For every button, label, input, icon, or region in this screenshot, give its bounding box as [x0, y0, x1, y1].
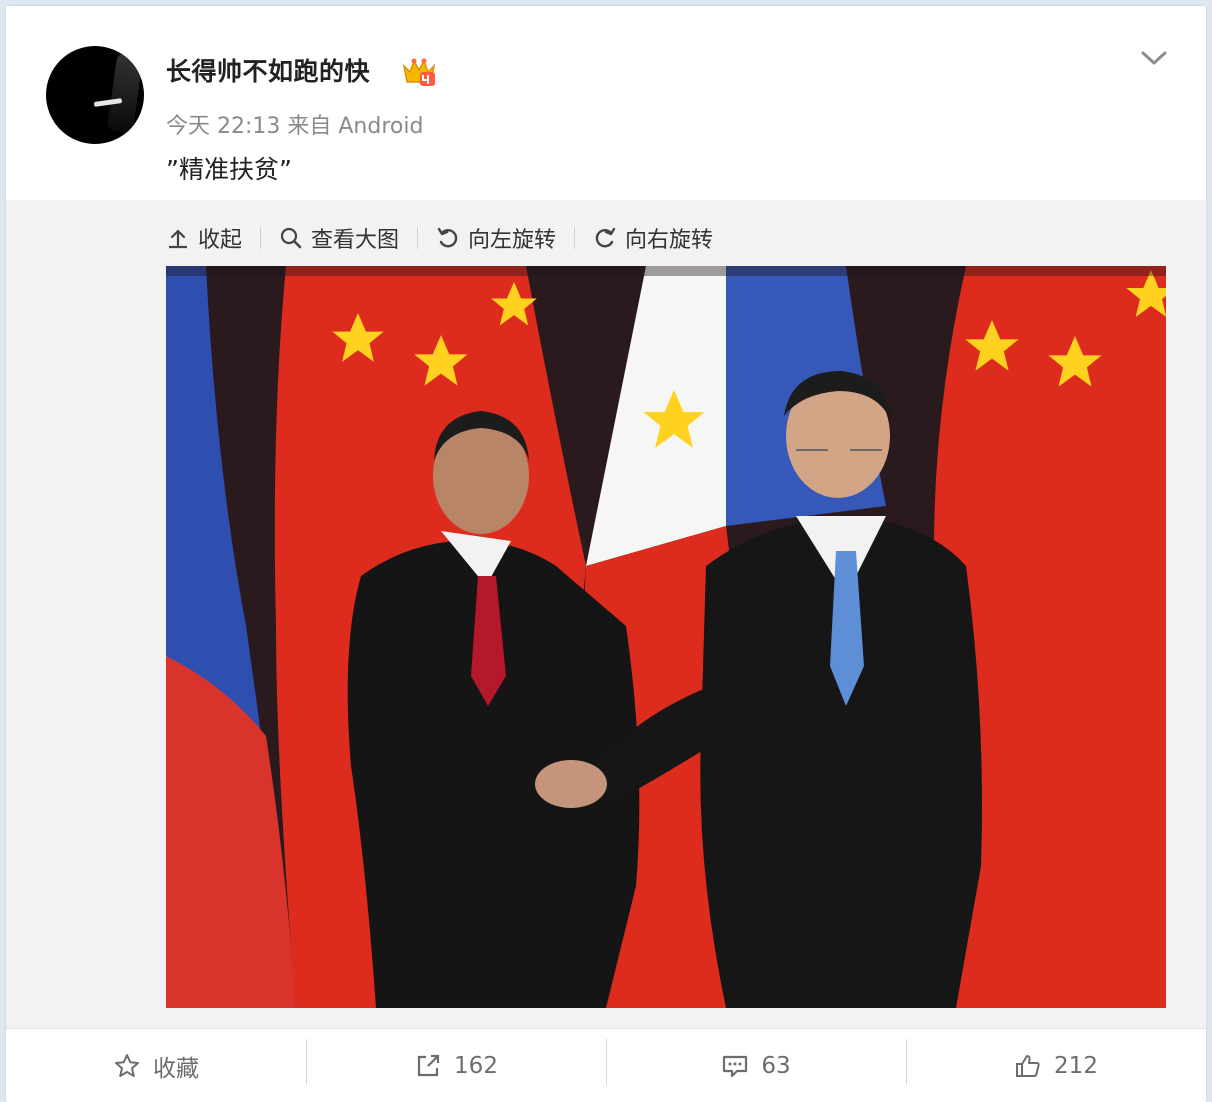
thumbs-up-icon	[1016, 1054, 1040, 1077]
view-large-label: 查看大图	[311, 228, 400, 253]
chevron-down-icon[interactable]	[1139, 46, 1169, 70]
collapse-button[interactable]: 收起	[166, 222, 242, 254]
star-icon	[115, 1053, 139, 1077]
repost-button[interactable]: 162	[306, 1029, 606, 1102]
like-count: 212	[1054, 1052, 1098, 1079]
comment-icon	[723, 1055, 748, 1077]
avatar[interactable]	[46, 46, 144, 144]
view-large-button[interactable]: 查看大图	[279, 222, 399, 254]
favorite-button[interactable]: 收藏	[6, 1029, 306, 1102]
rotate-right-icon	[595, 227, 616, 248]
toolbar-divider	[417, 227, 419, 249]
post-text: ”精准扶贫”	[166, 155, 292, 184]
weibo-post-card: 长得帅不如跑的快 今天 22:13 来自 Android ”精准扶贫” 收起 查…	[6, 6, 1206, 1102]
toolbar-divider	[260, 227, 262, 249]
favorite-label: 收藏	[153, 1055, 199, 1082]
share-icon	[417, 1054, 440, 1076]
rotate-left-label: 向左旋转	[468, 228, 557, 253]
comment-button[interactable]: 63	[606, 1029, 906, 1102]
rotate-left-icon	[437, 227, 458, 248]
handshake	[535, 760, 607, 808]
toolbar-divider	[574, 227, 576, 249]
like-button[interactable]: 212	[906, 1029, 1206, 1102]
username-link[interactable]: 长得帅不如跑的快	[166, 52, 370, 88]
search-icon	[280, 227, 302, 249]
post-meta: 今天 22:13 来自 Android	[166, 114, 424, 139]
repost-count: 162	[454, 1052, 498, 1079]
post-action-bar: 收藏 162 63 212	[6, 1028, 1206, 1102]
media-panel: 收起 查看大图 向左旋转 向右旋转	[6, 200, 1206, 1028]
crown-badge-icon[interactable]	[401, 56, 437, 88]
rotate-right-button[interactable]: 向右旋转	[593, 222, 713, 254]
collapse-label: 收起	[198, 228, 243, 253]
rotate-left-button[interactable]: 向左旋转	[436, 222, 556, 254]
comment-count: 63	[761, 1052, 791, 1079]
post-photo[interactable]	[166, 266, 1166, 1008]
rotate-right-label: 向右旋转	[625, 228, 714, 253]
image-toolbar: 收起 查看大图 向左旋转 向右旋转	[166, 218, 713, 258]
arrow-up-icon	[169, 229, 187, 249]
